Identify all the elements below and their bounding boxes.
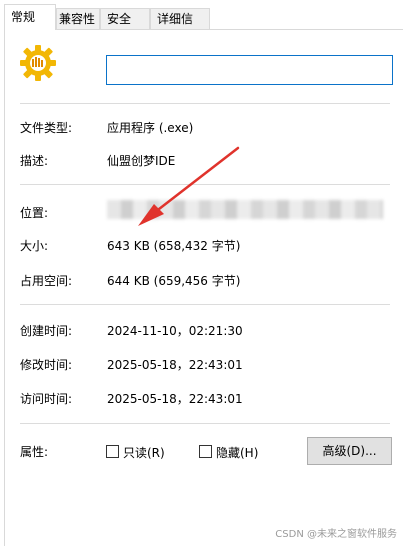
- size-label: 大小:: [20, 239, 49, 253]
- tab-security[interactable]: 安全: [100, 8, 150, 30]
- hidden-label[interactable]: 隐藏(H): [216, 444, 258, 461]
- tab-compatibility-label: 兼容性: [59, 12, 96, 26]
- readonly-checkbox[interactable]: [106, 445, 119, 458]
- red-arrow-annotation: [138, 146, 240, 226]
- created-value: 2024-11-10，02:21:30: [107, 324, 243, 338]
- tab-details[interactable]: 详细信息: [150, 8, 210, 46]
- accessed-label: 访问时间:: [20, 392, 73, 406]
- size-on-disk-label: 占用空间:: [20, 274, 73, 288]
- location-label: 位置:: [20, 206, 49, 220]
- modified-label: 修改时间:: [20, 358, 73, 372]
- separator: [20, 423, 390, 424]
- attributes-label: 属性:: [20, 445, 49, 459]
- accessed-value: 2025-05-18，22:43:01: [107, 392, 243, 406]
- description-label: 描述:: [20, 154, 49, 168]
- tab-security-label: 安全: [107, 12, 132, 26]
- advanced-button[interactable]: 高级(D)...: [307, 437, 392, 465]
- size-on-disk-value: 644 KB (659,456 字节): [107, 274, 241, 288]
- tab-compatibility[interactable]: 兼容性: [56, 8, 100, 30]
- hidden-checkbox[interactable]: [199, 445, 212, 458]
- tab-general-label: 常规: [11, 10, 36, 24]
- file-type-value: 应用程序 (.exe): [107, 121, 194, 135]
- tab-strip: 常规 兼容性 安全 详细信息: [0, 0, 403, 46]
- gear-icon: [20, 45, 56, 81]
- readonly-label[interactable]: 只读(R): [123, 444, 165, 461]
- separator: [20, 103, 390, 104]
- created-label: 创建时间:: [20, 324, 73, 338]
- modified-value: 2025-05-18，22:43:01: [107, 358, 243, 372]
- file-type-label: 文件类型:: [20, 121, 73, 135]
- watermark: CSDN @未来之窗软件服务: [275, 529, 397, 540]
- separator: [20, 304, 390, 305]
- file-name-input[interactable]: [106, 55, 393, 85]
- tab-general[interactable]: 常规: [4, 4, 56, 30]
